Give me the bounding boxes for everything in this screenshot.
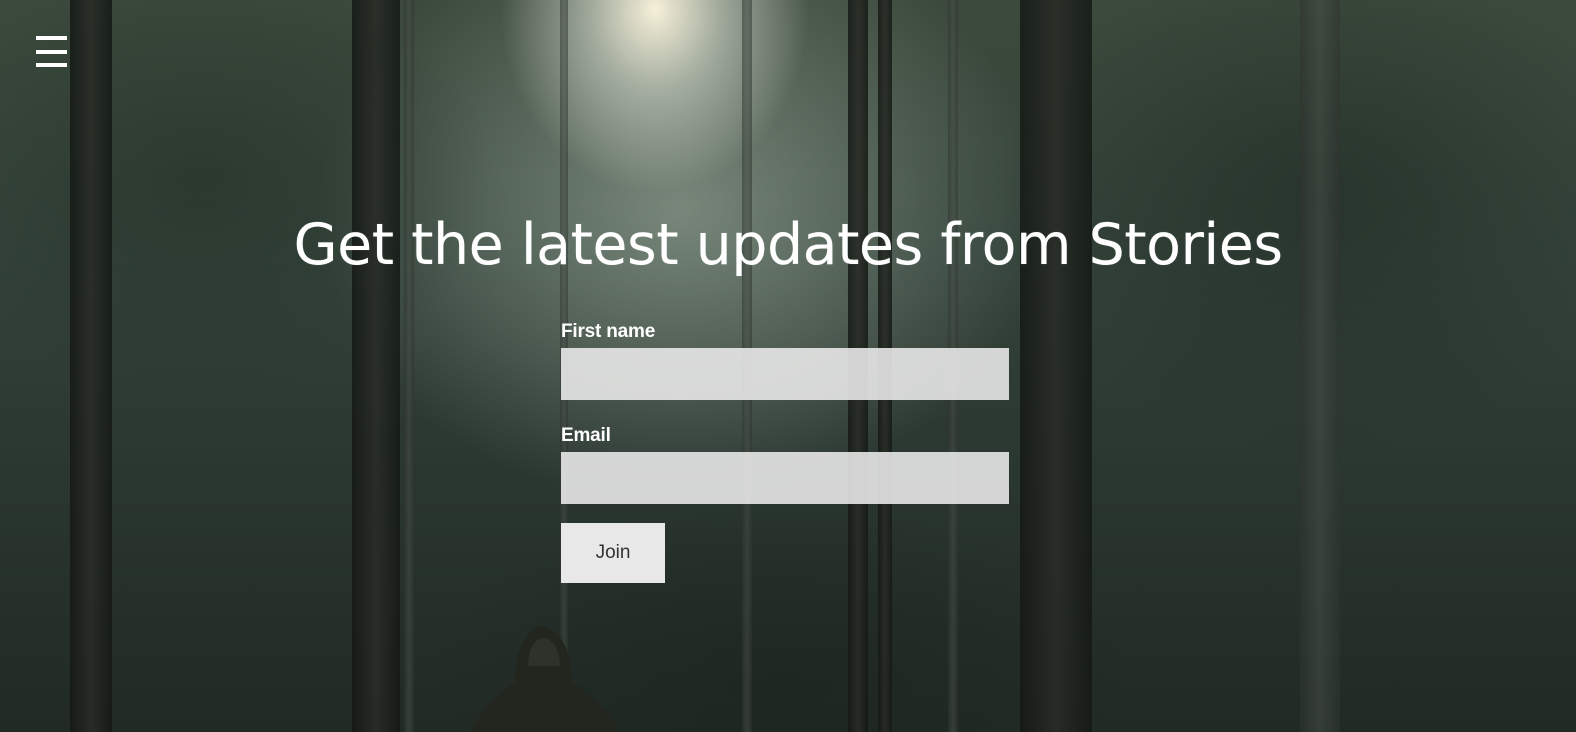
- email-label: Email: [561, 425, 611, 446]
- menu-bar: [36, 49, 67, 54]
- hero-section: Get the latest updates from Stories Firs…: [0, 0, 1576, 732]
- tree-trunk: [404, 0, 414, 732]
- page-title: Get the latest updates from Stories: [293, 212, 1283, 278]
- tree-trunk: [352, 0, 400, 732]
- menu-bar: [36, 63, 67, 67]
- tree-trunk: [1020, 0, 1092, 732]
- join-button[interactable]: Join: [561, 523, 665, 583]
- first-name-label: First name: [561, 321, 656, 342]
- tree-trunk: [1300, 0, 1340, 732]
- signup-form: First name Email Join: [561, 318, 1009, 583]
- first-name-field[interactable]: [561, 348, 1009, 400]
- email-field[interactable]: [561, 452, 1009, 504]
- tree-trunk: [70, 0, 112, 732]
- hooded-figure-image: [470, 626, 620, 732]
- hamburger-menu-icon[interactable]: [36, 36, 67, 67]
- menu-bar: [36, 36, 67, 40]
